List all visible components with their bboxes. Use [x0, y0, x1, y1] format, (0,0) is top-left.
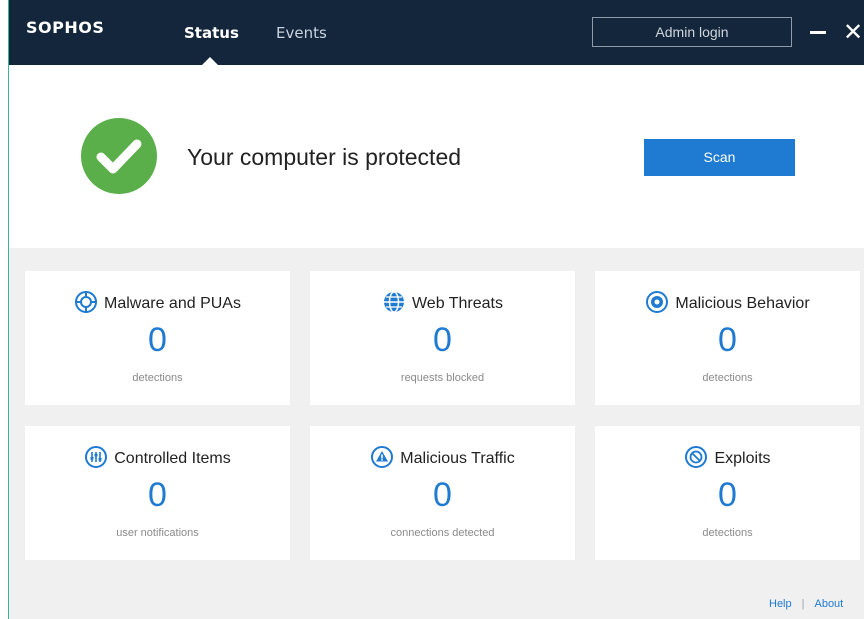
- tab-events[interactable]: Events: [276, 24, 327, 42]
- footer-separator: |: [801, 598, 805, 610]
- help-link[interactable]: Help: [769, 598, 792, 610]
- minimize-icon[interactable]: [810, 31, 826, 34]
- card-title: Malicious Traffic: [400, 450, 515, 467]
- card-title: Malware and PUAs: [104, 295, 241, 312]
- card-heading: Controlled Items: [25, 445, 290, 469]
- admin-login-button[interactable]: Admin login: [592, 17, 792, 47]
- check-circle-icon: [81, 118, 157, 194]
- active-tab-indicator: [202, 57, 218, 65]
- card-subtitle: requests blocked: [400, 372, 485, 384]
- card-malicious-traffic[interactable]: Malicious Traffic 0 connections detected: [310, 426, 575, 560]
- card-web-threats[interactable]: Web Threats 0 requests blocked: [310, 271, 575, 405]
- card-heading: Malware and PUAs: [25, 290, 290, 314]
- card-exploits[interactable]: Exploits 0 detections: [595, 426, 860, 560]
- card-malware-puas[interactable]: Malware and PUAs 0 detections: [25, 271, 290, 405]
- card-title: Web Threats: [411, 295, 503, 312]
- about-link[interactable]: About: [814, 598, 843, 610]
- close-icon[interactable]: ✕: [842, 19, 864, 45]
- card-heading: Web Threats: [310, 290, 575, 314]
- target-icon: [646, 291, 669, 313]
- card-count: 0: [148, 476, 167, 514]
- card-malicious-behavior[interactable]: Malicious Behavior 0 detections: [595, 271, 860, 405]
- card-count: 0: [718, 476, 737, 514]
- tab-status[interactable]: Status: [184, 24, 239, 42]
- warning-icon: [371, 446, 394, 468]
- protection-status-text: Your computer is protected: [187, 144, 462, 170]
- card-subtitle: connections detected: [390, 527, 495, 539]
- card-count: 0: [433, 321, 452, 359]
- globe-icon: [383, 291, 404, 313]
- card-heading: Exploits: [595, 445, 860, 469]
- scan-button[interactable]: Scan: [644, 139, 795, 176]
- card-count: 0: [148, 321, 167, 359]
- sliders-icon: [85, 446, 108, 468]
- card-subtitle: detections: [132, 372, 183, 384]
- card-title: Controlled Items: [114, 450, 231, 467]
- card-count: 0: [718, 321, 737, 359]
- card-subtitle: detections: [702, 527, 753, 539]
- crosshair-icon: [75, 291, 98, 313]
- card-title: Malicious Behavior: [675, 295, 810, 312]
- status-panel: Your computer is protected Scan: [9, 65, 864, 248]
- card-heading: Malicious Behavior: [595, 290, 860, 314]
- card-subtitle: detections: [702, 372, 753, 384]
- sophos-logo: SOPHOS: [26, 18, 105, 37]
- title-bar: SOPHOS Status Events Admin login ✕: [9, 0, 864, 65]
- sophos-window: SOPHOS Status Events Admin login ✕ Your …: [8, 0, 864, 619]
- card-title: Exploits: [714, 450, 771, 467]
- card-controlled-items[interactable]: Controlled Items 0 user notifications: [25, 426, 290, 560]
- card-heading: Malicious Traffic: [310, 445, 575, 469]
- card-subtitle: user notifications: [116, 527, 199, 539]
- footer-links: Help | About: [769, 598, 843, 610]
- blocked-icon: [685, 446, 708, 468]
- card-count: 0: [433, 476, 452, 514]
